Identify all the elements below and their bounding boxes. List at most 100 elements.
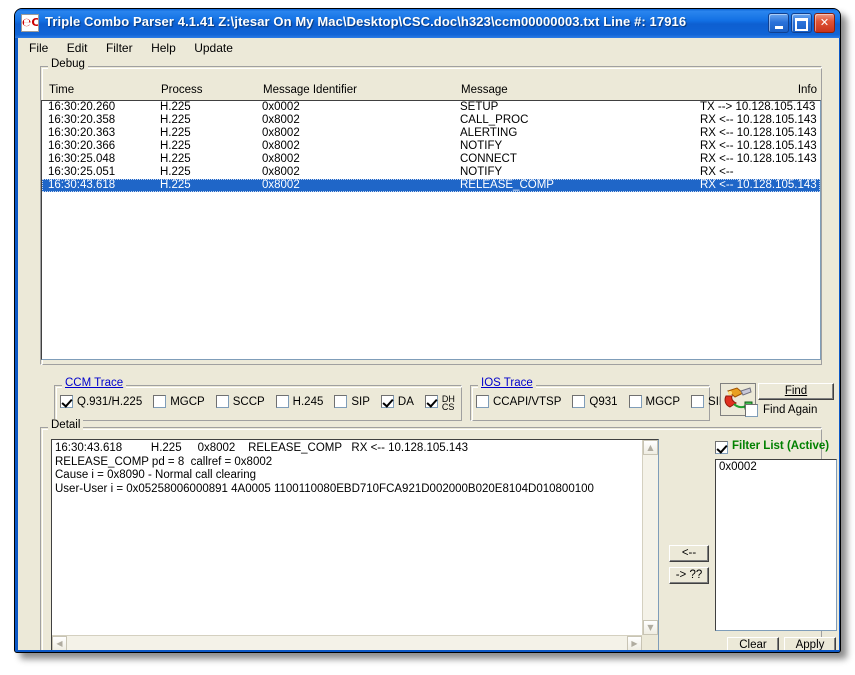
close-button[interactable]: ✕ <box>814 13 835 33</box>
cell-mid: 0x8002 <box>262 127 300 139</box>
table-row[interactable]: 16:30:25.051 H.225 0x8002 NOTIFY RX <-- <box>42 166 820 179</box>
ccm-checkbox-da[interactable] <box>380 395 394 409</box>
ccm-label-sccp: SCCP <box>232 395 265 408</box>
ios-label-q931: Q931 <box>589 395 618 408</box>
ios-checkbox-q931[interactable] <box>572 395 586 409</box>
client-area: File Edit Filter Help Update Debug Time … <box>18 38 839 650</box>
column-header-process[interactable]: Process <box>161 84 203 96</box>
cell-time: 16:30:25.051 <box>48 166 116 178</box>
ccm-checkbox-sccp[interactable] <box>215 395 229 409</box>
cell-time: 16:30:20.260 <box>48 101 116 113</box>
table-row[interactable]: 16:30:20.358 H.225 0x8002 CALL_PROC RX <-- 1… <box>42 114 820 127</box>
ccm-label-da: DA <box>397 395 414 408</box>
menu-item-help[interactable]: Help <box>144 38 183 57</box>
cell-mid: 0x8002 <box>262 114 300 126</box>
cell-time: 16:30:43.618 <box>48 179 116 191</box>
menu-item-edit[interactable]: Edit <box>60 38 95 57</box>
ccm-checkbox-q-931-h-225[interactable] <box>60 395 73 409</box>
ios-checkbox-mgcp[interactable] <box>628 395 642 409</box>
cell-info: RX <-- 10.128.105.143 <box>700 140 817 152</box>
table-row[interactable]: 16:30:25.048 H.225 0x8002 CONNECT RX <-- 10.… <box>42 153 820 166</box>
cell-proc: H.225 <box>160 179 191 191</box>
cell-msg: CONNECT <box>460 153 517 165</box>
menu-item-file[interactable]: File <box>22 38 55 57</box>
cell-mid: 0x8002 <box>262 166 300 178</box>
ccm-label-sip: SIP <box>351 395 370 408</box>
move-left-button[interactable]: <-- <box>669 545 709 562</box>
find-button[interactable]: Find <box>758 383 834 400</box>
cell-info: RX <-- <box>700 166 734 178</box>
ios-trace-group-label[interactable]: IOS Trace <box>478 377 536 389</box>
menu-item-filter[interactable]: Filter <box>99 38 140 57</box>
cell-info: RX <-- 10.128.105.143 <box>700 153 817 165</box>
find-again-checkbox[interactable] <box>745 404 758 417</box>
minimize-button[interactable] <box>768 13 789 33</box>
debug-group-label: Debug <box>48 58 88 70</box>
cell-time: 16:30:20.363 <box>48 127 116 139</box>
detail-group-label: Detail <box>48 419 84 431</box>
cell-msg: CALL_PROC <box>460 114 529 126</box>
title-bar[interactable]: ℮C Triple Combo Parser 4.1.41 Z:\jtesar … <box>15 9 840 38</box>
window-frame: ℮C Triple Combo Parser 4.1.41 Z:\jtesar … <box>15 9 840 652</box>
menu-bar: File Edit Filter Help Update <box>18 38 839 59</box>
column-header-message[interactable]: Message <box>461 84 508 96</box>
ccm-checkbox-sip[interactable] <box>334 395 348 409</box>
cell-proc: H.225 <box>160 101 191 113</box>
cell-info: RX <-- 10.128.105.143 <box>700 179 817 191</box>
table-row[interactable]: 16:30:20.363 H.225 0x8002 ALERTING RX <-- 10… <box>42 127 820 140</box>
ccm-checkbox-mgcp[interactable] <box>153 395 167 409</box>
column-header-time[interactable]: Time <box>49 84 74 96</box>
column-header-message-identifier[interactable]: Message Identifier <box>263 84 357 96</box>
detail-vertical-scrollbar[interactable]: ▲ ▼ <box>642 440 658 635</box>
cell-mid: 0x8002 <box>262 179 300 191</box>
detail-horizontal-scrollbar[interactable]: ◀ ▶ <box>52 635 642 650</box>
application-window: ℮C Triple Combo Parser 4.1.41 Z:\jtesar … <box>14 8 841 653</box>
list-item[interactable]: 0x0002 <box>716 460 836 474</box>
cell-msg: ALERTING <box>460 127 518 139</box>
cell-msg: SETUP <box>460 101 499 113</box>
filter-list-checkbox[interactable] <box>715 441 728 454</box>
ccm-checkbox-dhcs[interactable] <box>424 395 438 409</box>
ios-checkbox-sip[interactable] <box>691 395 705 409</box>
apply-button[interactable]: Apply <box>784 637 836 650</box>
scroll-right-icon[interactable]: ▶ <box>627 636 642 650</box>
ios-label-ccapi-vtsp: CCAPI/VTSP <box>493 395 562 408</box>
table-row[interactable]: 16:30:20.260 H.225 0x0002 SETUP TX --> 10.12… <box>42 101 820 114</box>
cell-time: 16:30:25.048 <box>48 153 116 165</box>
scroll-left-icon[interactable]: ◀ <box>52 636 67 650</box>
clear-button[interactable]: Clear <box>727 637 779 650</box>
scrollbar-corner <box>642 635 658 650</box>
cell-msg: NOTIFY <box>460 166 503 178</box>
move-right-button[interactable]: -> ?? <box>669 567 709 584</box>
filter-list-label: Filter List (Active) <box>732 440 830 452</box>
ios-checkbox-ccapi-vtsp[interactable] <box>476 395 489 409</box>
table-row[interactable]: 16:30:43.618 H.225 0x8002 RELEASE_COMP RX <-… <box>42 179 820 192</box>
window-title: Triple Combo Parser 4.1.41 Z:\jtesar On … <box>45 14 687 29</box>
cell-proc: H.225 <box>160 166 191 178</box>
cell-time: 16:30:20.366 <box>48 140 116 152</box>
cell-mid: 0x0002 <box>262 101 300 113</box>
ccm-checkbox-h-245[interactable] <box>275 395 289 409</box>
cell-proc: H.225 <box>160 114 191 126</box>
cell-info: RX <-- 10.128.105.143 <box>700 127 817 139</box>
maximize-button[interactable] <box>791 13 812 33</box>
cell-mid: 0x8002 <box>262 140 300 152</box>
find-again-label: Find Again <box>763 404 818 416</box>
cell-msg: NOTIFY <box>460 140 503 152</box>
detail-text: 16:30:43.618 H.225 0x8002 RELEASE_COMP R… <box>55 442 594 495</box>
column-header-info[interactable]: Info <box>798 84 817 96</box>
detail-textarea[interactable]: 16:30:43.618 H.225 0x8002 RELEASE_COMP R… <box>51 439 659 650</box>
scroll-up-icon[interactable]: ▲ <box>643 440 658 455</box>
debug-list[interactable]: 16:30:20.260 H.225 0x0002 SETUP TX --> 10.12… <box>41 100 821 360</box>
ccm-trace-group-label[interactable]: CCM Trace <box>62 377 127 389</box>
filter-list[interactable]: 0x0002 <box>715 459 837 631</box>
cell-proc: H.225 <box>160 153 191 165</box>
menu-item-update[interactable]: Update <box>187 38 240 57</box>
scroll-down-icon[interactable]: ▼ <box>643 620 658 635</box>
ccm-trace-checkbox-row: Q.931/H.225 MGCP SCCP H.245 SIP DA DHCS <box>60 393 455 411</box>
debug-list-headers: Time Process Message Identifier Message … <box>41 84 821 99</box>
ios-trace-checkbox-row: CCAPI/VTSP Q931 MGCP SIP <box>476 393 738 409</box>
ios-label-mgcp: MGCP <box>645 395 681 408</box>
table-row[interactable]: 16:30:20.366 H.225 0x8002 NOTIFY RX <-- 10.1… <box>42 140 820 153</box>
ccm-label-h-245: H.245 <box>292 395 324 408</box>
